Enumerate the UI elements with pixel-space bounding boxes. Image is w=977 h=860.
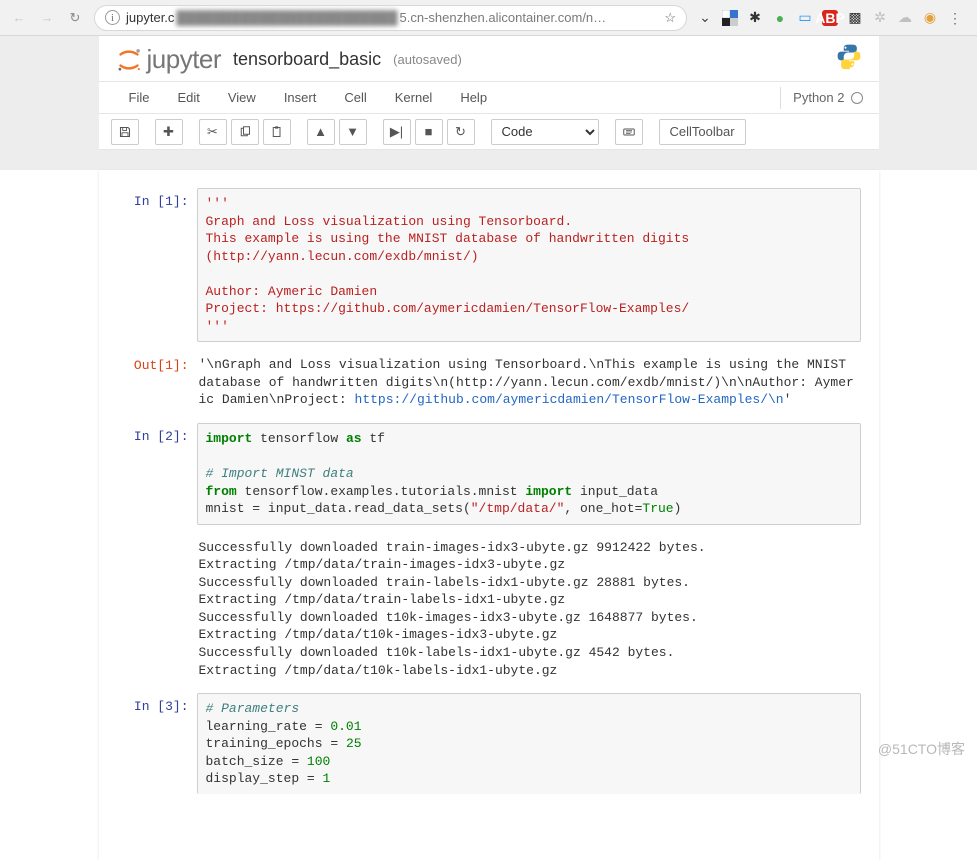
code-input[interactable]: import tensorflow as tf # Import MINST d… [197,423,861,525]
copy-button[interactable] [231,119,259,145]
menubar: File Edit View Insert Cell Kernel Help P… [99,82,879,114]
address-bar[interactable]: i jupyter.c ████████████████████████ 5.c… [94,5,687,31]
extension-icons: ⌄ ✱ ● ▭ ABP ▩ ✲ ☁ ◉ ⋮ [697,10,967,26]
url-blurred: ████████████████████████ [174,10,399,25]
celltoolbar-button[interactable]: CellToolbar [659,119,746,145]
run-button[interactable]: ▶| [383,119,411,145]
grey-wheel-icon[interactable]: ✲ [872,10,888,26]
qr-icon[interactable]: ▩ [847,10,863,26]
menu-cell[interactable]: Cell [330,84,380,111]
browser-chrome: ← → ↻ i jupyter.c ██████████████████████… [0,0,977,36]
restart-button[interactable]: ↻ [447,119,475,145]
notebook-body: In [1]: ''' Graph and Loss visualization… [0,170,977,860]
star-icon[interactable]: ☆ [664,10,676,26]
in-prompt: In [1]: [117,188,197,342]
toolbar: ✚ ✂ ▲ ▼ ▶| ■ ↻ Code CellToolbar [99,114,879,150]
jupyter-logo-text: jupyter [147,44,222,75]
menu-file[interactable]: File [115,84,164,111]
move-up-button[interactable]: ▲ [307,119,335,145]
site-info-icon[interactable]: i [105,10,120,25]
cut-button[interactable]: ✂ [199,119,227,145]
paste-button[interactable] [263,119,291,145]
code-input[interactable]: ''' Graph and Loss visualization using T… [197,188,861,342]
green-dot-icon[interactable]: ● [772,10,788,26]
code-input[interactable]: # Parameters learning_rate = 0.01 traini… [197,693,861,794]
notebook-container: In [1]: ''' Graph and Loss visualization… [99,170,879,860]
watermark: @51CTO博客 [878,739,965,759]
url-suffix: 5.cn-shenzhen.alicontainer.com/n… [399,10,606,25]
output-cell: Successfully downloaded train-images-idx… [117,535,861,683]
orange-icon[interactable]: ◉ [922,10,938,26]
delicious-icon[interactable] [722,10,738,26]
command-palette-button[interactable] [615,119,643,145]
move-down-button[interactable]: ▼ [339,119,367,145]
jupyter-logo[interactable]: jupyter [115,44,222,75]
menu-edit[interactable]: Edit [163,84,213,111]
save-button[interactable] [111,119,139,145]
add-cell-button[interactable]: ✚ [155,119,183,145]
in-prompt: In [2]: [117,423,197,525]
output-cell: Out[1]: '\nGraph and Loss visualization … [117,352,861,413]
forward-button[interactable]: → [38,10,56,25]
bug-icon[interactable]: ✱ [747,10,763,26]
out-prompt [117,535,197,683]
code-cell[interactable]: In [2]: import tensorflow as tf # Import… [117,423,861,525]
back-button[interactable]: ← [10,10,28,25]
out-prompt: Out[1]: [117,352,197,413]
menu-insert[interactable]: Insert [270,84,331,111]
python-logo-icon [835,42,863,77]
code-cell[interactable]: In [3]: # Parameters learning_rate = 0.0… [117,693,861,794]
notebook-title[interactable]: tensorboard_basic [233,49,381,70]
pocket-icon[interactable]: ⌄ [697,10,713,26]
window-icon[interactable]: ▭ [797,10,813,26]
in-prompt: In [3]: [117,693,197,794]
abp-icon[interactable]: ABP [822,10,838,26]
code-cell[interactable]: In [1]: ''' Graph and Loss visualization… [117,188,861,342]
kernel-indicator: Python 2 [780,87,862,109]
cloud-icon[interactable]: ☁ [897,10,913,26]
stdout-text: Successfully downloaded train-images-idx… [197,535,861,683]
kernel-idle-icon [851,92,863,104]
output-text: '\nGraph and Loss visualization using Te… [197,352,861,413]
notebook-header: jupyter tensorboard_basic (autosaved) [99,36,879,82]
menu-kernel[interactable]: Kernel [381,84,447,111]
menu-help[interactable]: Help [446,84,501,111]
celltype-select[interactable]: Code [491,119,599,145]
jupyter-logo-icon [115,46,143,74]
autosave-label: (autosaved) [393,52,462,67]
kernel-name: Python 2 [793,90,844,105]
jupyter-page: jupyter tensorboard_basic (autosaved) Fi… [99,36,879,150]
url-prefix: jupyter.c [126,10,174,25]
browser-menu-icon[interactable]: ⋮ [947,10,963,26]
menu-view[interactable]: View [214,84,270,111]
reload-button[interactable]: ↻ [66,10,84,26]
interrupt-button[interactable]: ■ [415,119,443,145]
